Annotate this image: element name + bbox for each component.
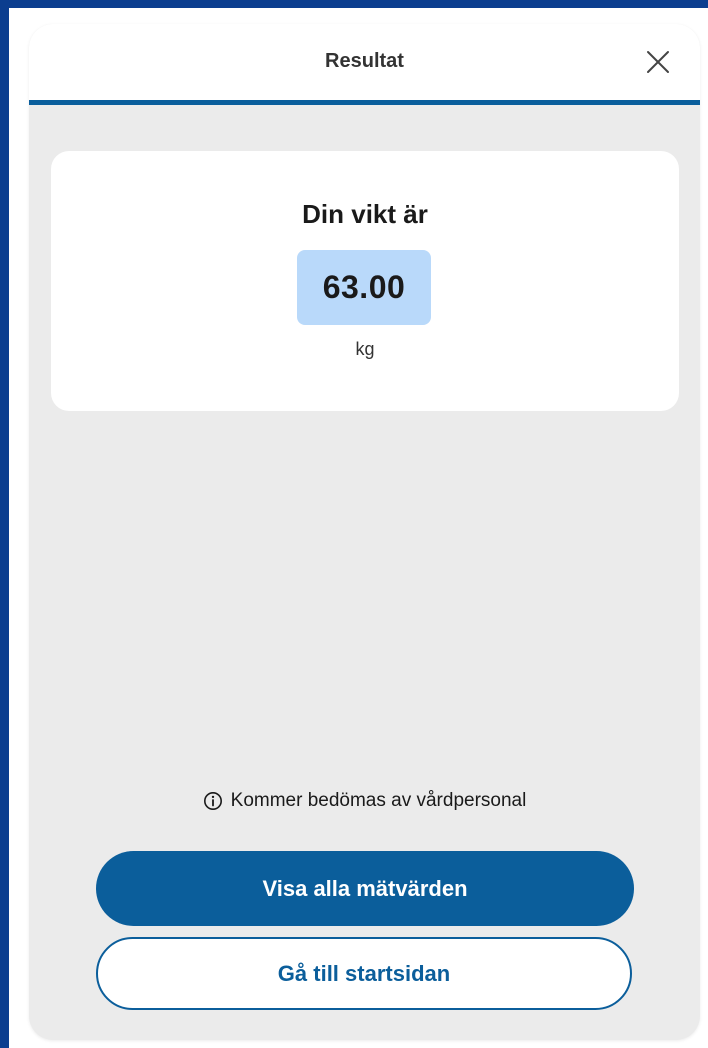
weight-value: 63.00 (322, 269, 406, 305)
result-sheet: Resultat Din vikt är 63.00 kg Kommer bed… (29, 24, 700, 1040)
weight-unit: kg (355, 339, 375, 359)
page-title: Resultat (325, 50, 404, 72)
sheet-header: Resultat (29, 24, 700, 105)
go-to-start-page-button[interactable]: Gå till startsidan (96, 937, 632, 1010)
close-icon (647, 51, 669, 73)
window-frame-top (0, 0, 708, 8)
info-icon (203, 791, 223, 811)
info-text: Kommer bedömas av vårdpersonal (230, 790, 527, 811)
result-heading: Din vikt är (302, 199, 428, 229)
weight-value-box: 63.00 (297, 250, 431, 325)
close-button[interactable] (644, 48, 672, 76)
window-frame-left (0, 0, 9, 1048)
info-note: Kommer bedömas av vårdpersonal (29, 790, 700, 812)
result-card: Din vikt är 63.00 kg (51, 151, 679, 411)
show-all-measurements-button[interactable]: Visa alla mätvärden (96, 851, 634, 926)
